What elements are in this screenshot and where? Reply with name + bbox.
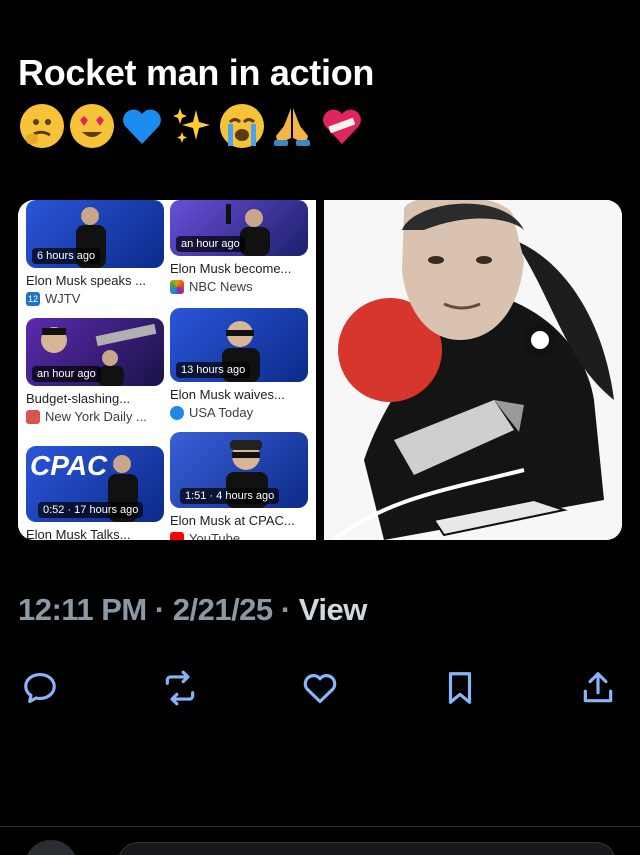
- reply-icon[interactable]: [18, 666, 62, 710]
- news-time: an hour ago: [176, 236, 245, 252]
- news-source: USA Today: [170, 405, 308, 420]
- news-source: 12 WJTV: [26, 291, 164, 306]
- post-timestamp: 12:11 PM · 2/21/25 · View: [18, 592, 367, 628]
- news-thumbnail: 13 hours ago: [170, 308, 308, 382]
- news-title: Elon Musk Talks...: [26, 527, 131, 540]
- news-source-name: YouTube: [189, 531, 241, 540]
- like-icon[interactable]: [298, 666, 342, 710]
- news-time: 6 hours ago: [32, 248, 101, 264]
- timestamp-text: 12:11 PM · 2/21/25 ·: [18, 592, 299, 627]
- action-bar: [18, 666, 618, 710]
- thinking-face-icon: [20, 104, 64, 148]
- news-source-name: WJTV: [45, 291, 81, 306]
- post-text: Rocket man in action: [18, 52, 375, 93]
- mending-heart-icon: [320, 104, 364, 148]
- news-screenshot: 6 hours ago Elon Musk speaks ... 12 WJTV…: [18, 200, 316, 540]
- news-title: Elon Musk speaks ...: [26, 273, 146, 288]
- wjtv-logo-icon: 12: [26, 291, 40, 306]
- news-time: an hour ago: [32, 366, 101, 382]
- news-title: Elon Musk at CPAC...: [170, 513, 295, 528]
- news-source: New York Daily ...: [26, 409, 164, 424]
- share-icon[interactable]: [576, 666, 620, 710]
- youtube-logo-icon: [170, 531, 184, 540]
- news-card[interactable]: an hour ago Budget-slashing... New York …: [26, 318, 164, 424]
- divider-line: [0, 826, 640, 827]
- news-source-name: NBC News: [189, 279, 253, 294]
- news-time: 13 hours ago: [176, 362, 251, 378]
- media-collage[interactable]: 6 hours ago Elon Musk speaks ... 12 WJTV…: [18, 200, 622, 540]
- view-link[interactable]: View: [299, 592, 368, 627]
- reply-input[interactable]: [118, 842, 616, 855]
- news-time: 0:52 · 17 hours ago: [38, 502, 144, 518]
- news-card[interactable]: 6 hours ago Elon Musk speaks ... 12 WJTV: [26, 200, 164, 306]
- portrait-artwork: [324, 200, 622, 540]
- media-divider: [316, 200, 324, 540]
- news-thumbnail: CPAC 0:52 · 17 hours ago: [26, 446, 164, 522]
- news-source: YouTube: [170, 531, 308, 540]
- crying-face-icon: [220, 104, 264, 148]
- folded-hands-icon: [270, 104, 314, 148]
- news-thumbnail: an hour ago: [26, 318, 164, 386]
- news-card[interactable]: CPAC 0:52 · 17 hours ago Elon Musk Talks…: [26, 446, 164, 540]
- news-title: Elon Musk become...: [170, 261, 292, 276]
- emoji-row: [20, 104, 364, 148]
- news-time: 1:51 · 4 hours ago: [180, 488, 280, 504]
- usa-today-logo-icon: [170, 405, 184, 420]
- news-card[interactable]: an hour ago Elon Musk become... NBC News: [170, 200, 308, 294]
- news-card[interactable]: 13 hours ago Elon Musk waives... USA Tod…: [170, 308, 308, 420]
- news-title: Budget-slashing...: [26, 391, 131, 406]
- sparkles-icon: [170, 104, 214, 148]
- ny-daily-logo-icon: [26, 409, 40, 424]
- bookmark-icon[interactable]: [438, 666, 482, 710]
- news-thumbnail: an hour ago: [170, 200, 308, 256]
- news-thumbnail: 6 hours ago: [26, 200, 164, 268]
- avatar: [24, 840, 78, 855]
- nbc-peacock-icon: [170, 279, 184, 294]
- news-source-name: USA Today: [189, 405, 254, 420]
- repost-icon[interactable]: [158, 666, 202, 710]
- news-source: NBC News: [170, 279, 308, 294]
- news-card[interactable]: 1:51 · 4 hours ago Elon Musk at CPAC... …: [170, 432, 308, 540]
- heart-eyes-face-icon: [70, 104, 114, 148]
- news-thumbnail: 1:51 · 4 hours ago: [170, 432, 308, 508]
- news-title: Elon Musk waives...: [170, 387, 285, 402]
- news-source-name: New York Daily ...: [45, 409, 147, 424]
- blue-heart-icon: [120, 104, 164, 148]
